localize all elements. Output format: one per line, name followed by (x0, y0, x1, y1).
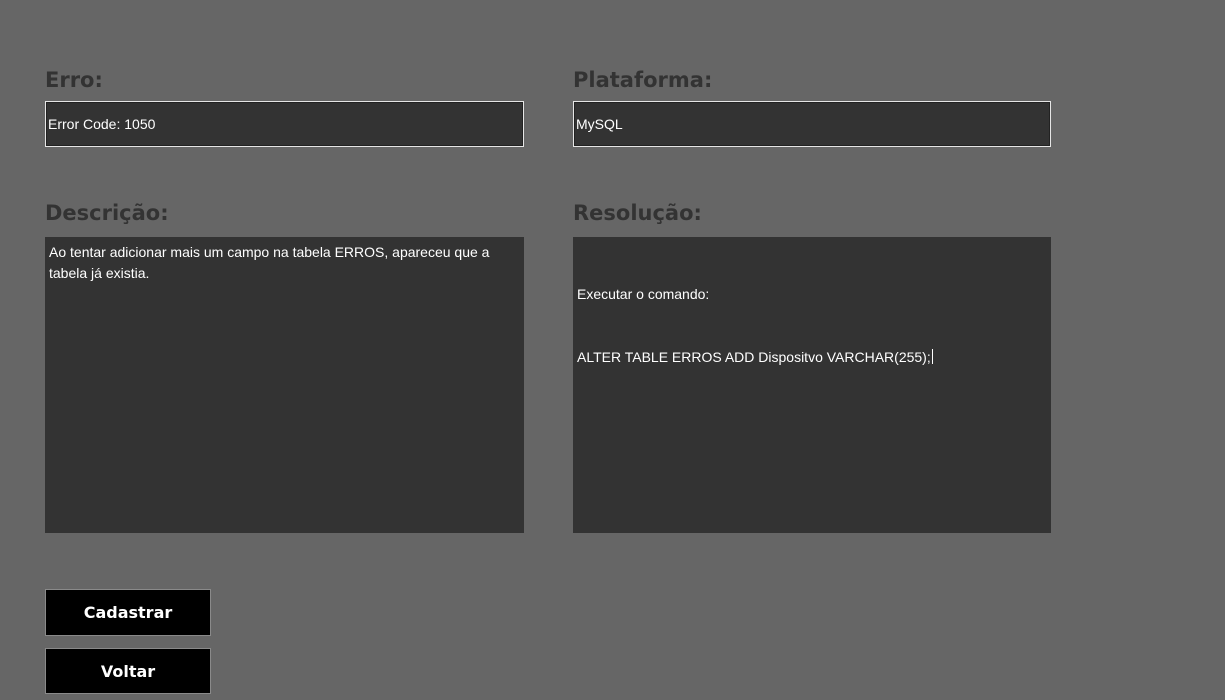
resolucao-textarea[interactable]: Executar o comando: ALTER TABLE ERROS AD… (573, 237, 1051, 533)
resolucao-line-2-row: ALTER TABLE ERROS ADD Dispositvo VARCHAR… (577, 347, 1047, 368)
erro-input[interactable]: Error Code: 1050 (45, 101, 524, 147)
erro-label: Erro: (45, 68, 103, 92)
descricao-label: Descrição: (45, 201, 169, 225)
resolucao-label: Resolução: (573, 201, 702, 225)
text-caret (931, 349, 933, 364)
error-registration-form: Erro: Error Code: 1050 Plataforma: MySQL… (0, 0, 1225, 700)
voltar-button[interactable]: Voltar (45, 648, 211, 694)
resolucao-line-1: Executar o comando: (577, 286, 710, 302)
descricao-text: Ao tentar adicionar mais um campo na tab… (49, 244, 494, 281)
plataforma-input[interactable]: MySQL (573, 101, 1051, 147)
plataforma-input-value: MySQL (576, 116, 623, 132)
resolucao-line-2: ALTER TABLE ERROS ADD Dispositvo VARCHAR… (577, 349, 931, 365)
erro-input-value: Error Code: 1050 (48, 116, 156, 132)
cadastrar-button[interactable]: Cadastrar (45, 589, 211, 636)
plataforma-label: Plataforma: (573, 68, 713, 92)
descricao-textarea[interactable]: Ao tentar adicionar mais um campo na tab… (45, 237, 524, 533)
